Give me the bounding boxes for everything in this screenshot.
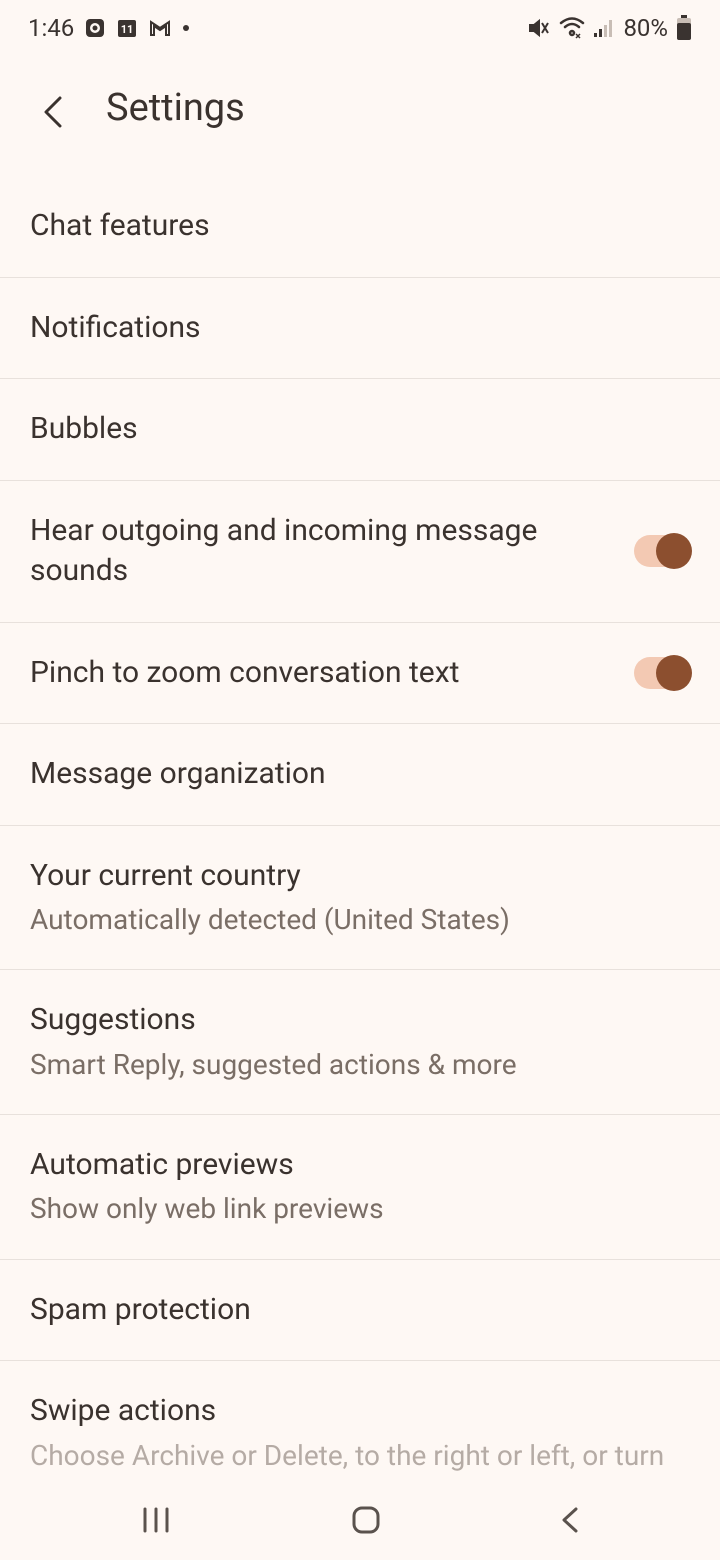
setting-title: Bubbles <box>30 409 690 450</box>
setting-automatic-previews[interactable]: Automatic previews Show only web link pr… <box>0 1115 720 1260</box>
setting-subtitle: Automatically detected (United States) <box>30 900 690 939</box>
setting-message-organization[interactable]: Message organization <box>0 724 720 826</box>
mute-vibrate-icon <box>527 16 551 40</box>
dot-icon <box>182 24 190 32</box>
calendar-icon: 11 <box>116 17 138 39</box>
navigation-bar <box>0 1480 720 1560</box>
battery-icon <box>676 15 692 41</box>
setting-subtitle: Smart Reply, suggested actions & more <box>30 1045 690 1084</box>
setting-spam-protection[interactable]: Spam protection <box>0 1260 720 1362</box>
back-icon[interactable] <box>40 94 68 122</box>
status-time: 1:46 <box>28 14 74 42</box>
home-icon[interactable] <box>350 1504 382 1536</box>
settings-list: Chat features Notifications Bubbles Hear… <box>0 176 720 1544</box>
setting-current-country[interactable]: Your current country Automatically detec… <box>0 826 720 971</box>
toggle-thumb <box>656 655 692 691</box>
setting-title: Automatic previews <box>30 1145 690 1186</box>
recents-icon[interactable] <box>139 1505 173 1535</box>
pinch-zoom-toggle[interactable] <box>634 657 690 689</box>
status-bar: 1:46 11 80% <box>0 0 720 56</box>
gmail-icon <box>148 17 172 39</box>
status-right: 80% <box>527 14 692 42</box>
setting-message-sounds[interactable]: Hear outgoing and incoming message sound… <box>0 481 720 623</box>
battery-percent: 80% <box>623 14 668 42</box>
page-title: Settings <box>106 86 245 130</box>
setting-title: Pinch to zoom conversation text <box>30 653 614 694</box>
header: Settings <box>0 56 720 176</box>
nav-back-icon[interactable] <box>559 1505 581 1535</box>
setting-title: Your current country <box>30 856 690 897</box>
setting-bubbles[interactable]: Bubbles <box>0 379 720 481</box>
setting-pinch-zoom[interactable]: Pinch to zoom conversation text <box>0 623 720 725</box>
setting-title: Message organization <box>30 754 690 795</box>
setting-notifications[interactable]: Notifications <box>0 278 720 380</box>
sounds-toggle[interactable] <box>634 535 690 567</box>
signal-icon <box>593 18 615 38</box>
setting-subtitle: Show only web link previews <box>30 1189 690 1228</box>
svg-text:11: 11 <box>121 23 134 36</box>
toggle-thumb <box>656 533 692 569</box>
setting-title: Suggestions <box>30 1000 690 1041</box>
setting-title: Hear outgoing and incoming message sound… <box>30 511 614 592</box>
status-left: 1:46 11 <box>28 14 190 42</box>
setting-title: Chat features <box>30 206 690 247</box>
clock-icon <box>84 17 106 39</box>
setting-title: Notifications <box>30 308 690 349</box>
setting-title: Spam protection <box>30 1290 690 1331</box>
setting-suggestions[interactable]: Suggestions Smart Reply, suggested actio… <box>0 970 720 1115</box>
wifi-icon <box>559 17 585 39</box>
setting-chat-features[interactable]: Chat features <box>0 176 720 278</box>
setting-title: Swipe actions <box>30 1391 690 1432</box>
